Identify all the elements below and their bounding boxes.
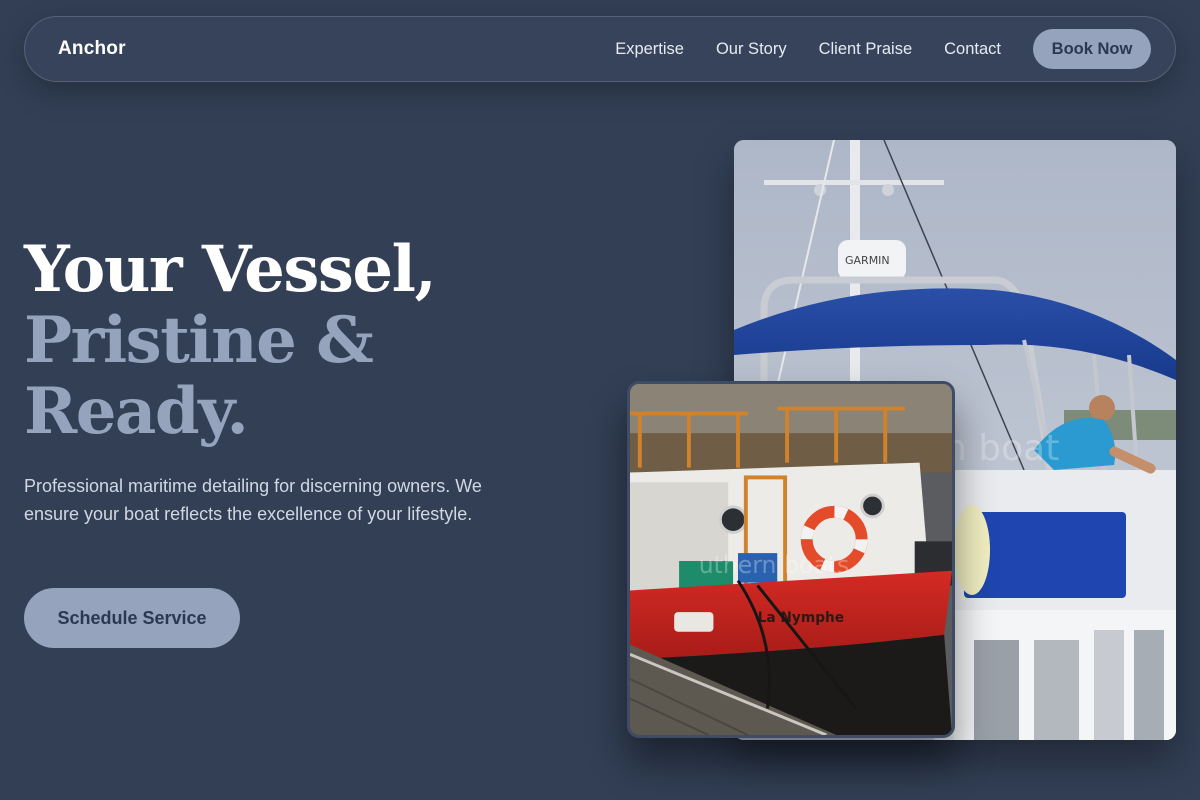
- radar-brand-text: GARMIN: [845, 254, 890, 267]
- photo-watermark-small: uthern boats: [699, 551, 850, 579]
- nav-link-our-story[interactable]: Our Story: [716, 40, 787, 59]
- nav-link-client-praise[interactable]: Client Praise: [819, 40, 913, 59]
- page: Anchor Expertise Our Story Client Praise…: [0, 0, 1200, 800]
- nav-link-expertise[interactable]: Expertise: [615, 40, 684, 59]
- hero-description: Professional maritime detailing for disc…: [24, 476, 482, 524]
- nav-links: Expertise Our Story Client Praise Contac…: [615, 29, 1151, 69]
- hero-title-line-1: Your Vessel,: [24, 232, 437, 307]
- book-now-button[interactable]: Book Now: [1033, 29, 1151, 69]
- brand-logo[interactable]: Anchor: [58, 38, 126, 60]
- photo-watermark-large: n boat: [944, 428, 1059, 469]
- nav-link-contact[interactable]: Contact: [944, 40, 1001, 59]
- hero-title-line-3: Ready.: [24, 374, 249, 449]
- hero-title: Your Vessel, Pristine & Ready.: [24, 232, 437, 449]
- hero-title-line-2: Pristine &: [24, 303, 374, 378]
- boat-photo-small-image: La Nymphe uthern boats: [630, 384, 952, 735]
- boat-photo-small: La Nymphe uthern boats: [627, 381, 955, 738]
- boat-name-text: La Nymphe: [758, 610, 845, 626]
- schedule-service-button[interactable]: Schedule Service: [24, 588, 240, 648]
- top-nav: Anchor Expertise Our Story Client Praise…: [24, 16, 1176, 82]
